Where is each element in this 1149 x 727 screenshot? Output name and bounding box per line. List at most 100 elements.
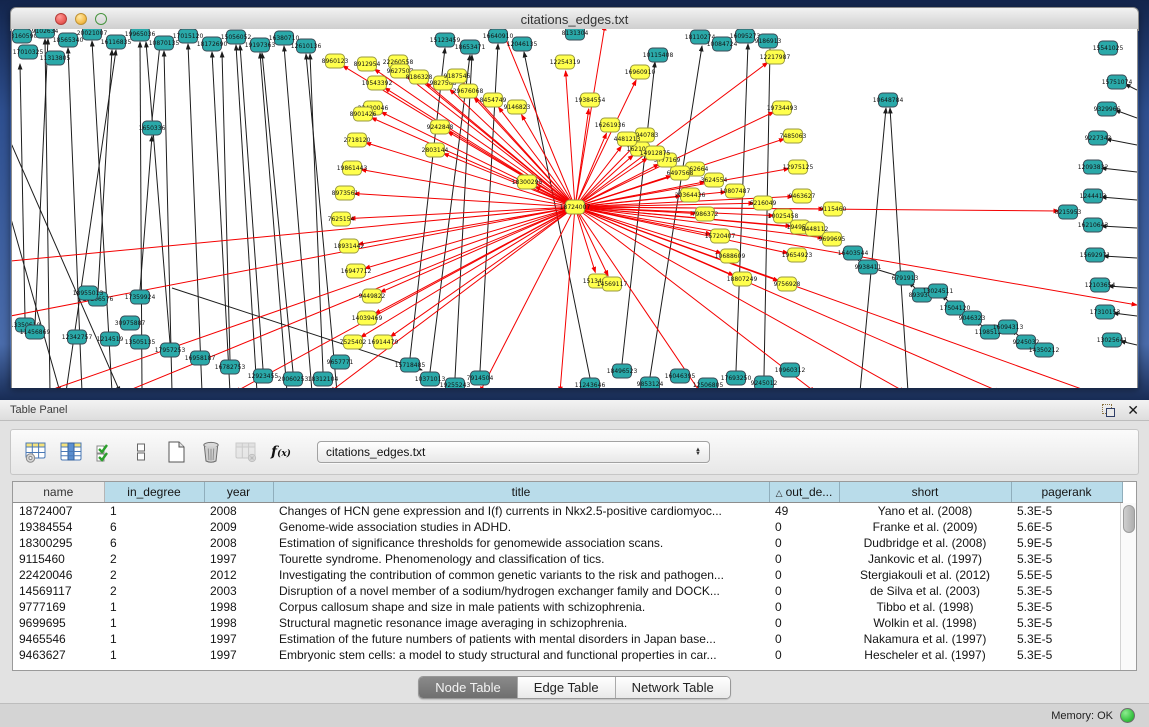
graph-node-selected[interactable]: 6216049 — [750, 196, 777, 210]
graph-node-selected[interactable]: 8973561 — [332, 186, 359, 200]
graph-node[interactable]: 11243646 — [575, 378, 606, 388]
graph-node-selected[interactable]: 8960123 — [322, 54, 349, 68]
edge[interactable] — [236, 45, 257, 388]
column-header-pagerank[interactable]: pagerank — [1011, 482, 1122, 503]
edge[interactable] — [212, 52, 230, 388]
edge[interactable] — [1101, 197, 1137, 200]
table-row[interactable]: 911546021997Tourette syndrome. Phenomeno… — [13, 551, 1122, 567]
citation-network-graph[interactable]: 1872400789601238912954222605589627507105… — [12, 29, 1137, 388]
graph-node[interactable]: 9329966 — [1094, 102, 1121, 116]
selected-edge[interactable] — [371, 118, 575, 207]
tab-edge-table[interactable]: Edge Table — [518, 677, 616, 698]
edge[interactable] — [284, 46, 312, 388]
edge[interactable] — [140, 136, 152, 290]
graph-node[interactable]: 10648784 — [873, 93, 904, 107]
graph-nodes[interactable]: 1872400789601238912954222605589627507105… — [12, 29, 1132, 388]
graph-node-selected[interactable]: 10807487 — [720, 184, 751, 198]
column-header-title[interactable]: title — [273, 482, 769, 503]
graph-node-selected[interactable]: 9449822 — [359, 289, 386, 303]
graph-node-selected[interactable]: 9187546 — [444, 69, 471, 83]
table-source-select[interactable]: citations_edges.txt ▲▼ — [317, 441, 710, 463]
graph-node[interactable]: 9657771 — [327, 355, 354, 369]
tab-network-table[interactable]: Network Table — [616, 677, 730, 698]
graph-node[interactable]: 9245012 — [751, 376, 778, 388]
graph-node[interactable]: 1244413 — [1080, 189, 1107, 203]
memory-status-indicator[interactable] — [1120, 708, 1135, 723]
graph-node-selected[interactable]: 18931442 — [334, 239, 365, 253]
graph-node-selected[interactable]: 2803144 — [422, 143, 449, 157]
close-panel-icon[interactable]: ✕ — [1127, 403, 1139, 417]
graph-node[interactable]: 17310153 — [1090, 305, 1121, 319]
table-settings-icon[interactable] — [23, 439, 49, 465]
graph-node[interactable]: 16782753 — [215, 360, 246, 374]
table-row[interactable]: 1872400712008Changes of HCN gene express… — [13, 503, 1122, 520]
graph-node-selected[interactable]: 8186328 — [406, 70, 433, 84]
column-header-year[interactable]: year — [204, 482, 273, 503]
graph-node-selected[interactable]: 12254319 — [550, 55, 581, 69]
selected-edge[interactable] — [575, 155, 633, 207]
graph-node-selected[interactable]: 19861443 — [337, 161, 368, 175]
graph-node[interactable]: 10115408 — [643, 48, 674, 62]
graph-node[interactable]: 15751074 — [1102, 75, 1133, 89]
graph-node-selected[interactable]: 9699695 — [819, 232, 846, 246]
graph-node-selected[interactable]: 19384554 — [575, 93, 606, 107]
table-scrollbar[interactable] — [1120, 503, 1136, 670]
edge[interactable] — [260, 53, 287, 388]
graph-node-selected[interactable]: 6497568 — [667, 166, 694, 180]
graph-node[interactable]: 7914504 — [467, 371, 494, 385]
table-row[interactable]: 1456911722003Disruption of a novel membe… — [13, 583, 1122, 599]
graph-node[interactable]: 12103654 — [1085, 278, 1116, 292]
graph-node-selected[interactable]: 14039469 — [352, 311, 383, 325]
selected-edge[interactable] — [361, 207, 575, 337]
selected-edge[interactable] — [385, 88, 575, 207]
graph-node[interactable]: 1214519 — [97, 332, 124, 346]
graph-node-selected[interactable]: 9242848 — [427, 120, 454, 134]
graph-node[interactable]: 9853124 — [637, 377, 664, 388]
selected-edge[interactable] — [560, 207, 575, 388]
edge[interactable] — [12, 180, 60, 388]
graph-node[interactable]: 18496523 — [607, 364, 638, 378]
row-height-icon[interactable] — [128, 439, 154, 465]
edge[interactable] — [736, 44, 748, 371]
graph-node-selected[interactable]: 2718120 — [344, 133, 371, 147]
graph-node[interactable]: 11313805 — [40, 51, 71, 65]
edge[interactable] — [20, 64, 25, 318]
graph-node[interactable]: 8131304 — [562, 29, 589, 40]
table-row[interactable]: 1830029562008Estimation of significance … — [13, 535, 1122, 551]
graph-node-selected[interactable]: 16960910 — [625, 65, 656, 79]
graph-node[interactable]: 15692971 — [1080, 248, 1111, 262]
function-builder-icon[interactable]: f(x) — [268, 439, 294, 465]
graph-node-selected[interactable]: 8901426 — [350, 107, 377, 121]
graph-node[interactable]: 13505135 — [125, 335, 156, 349]
minimize-window-button[interactable] — [75, 13, 87, 25]
graph-node[interactable]: 16046395 — [665, 369, 696, 383]
tab-node-table[interactable]: Node Table — [419, 677, 518, 698]
graph-node[interactable]: 9186913 — [755, 34, 782, 48]
graph-node[interactable]: 18312104 — [308, 372, 339, 386]
selected-edge[interactable] — [575, 207, 905, 388]
graph-node-selected[interactable]: 8912954 — [354, 57, 381, 71]
graph-node[interactable]: 12506805 — [693, 378, 724, 388]
graph-node-selected[interactable]: 3624554 — [701, 173, 728, 187]
table-scrollbar-thumb[interactable] — [1123, 505, 1135, 533]
selected-edge[interactable] — [474, 98, 575, 207]
graph-node[interactable]: 15541025 — [1093, 41, 1124, 55]
graph-node[interactable]: 17693250 — [721, 371, 752, 385]
toggle-column-visibility-icon[interactable] — [93, 439, 119, 465]
edge[interactable] — [35, 39, 48, 325]
graph-node[interactable]: 16210643 — [1078, 218, 1109, 232]
graph-node[interactable]: 16403544 — [838, 246, 869, 260]
table-row[interactable]: 2242004622012Investigating the contribut… — [13, 567, 1122, 583]
edge[interactable] — [98, 50, 112, 292]
graph-node[interactable]: 9227343 — [1085, 131, 1112, 145]
graph-node-selected[interactable]: 9115460 — [820, 202, 847, 216]
graph-node-selected[interactable]: 8454749 — [480, 93, 507, 107]
graph-node-selected[interactable]: 9146823 — [504, 100, 531, 114]
graph-node[interactable]: 9046323 — [959, 311, 986, 325]
table-row[interactable]: 946554611997Estimation of the future num… — [13, 631, 1122, 647]
selected-edge[interactable] — [575, 164, 659, 207]
edge[interactable] — [860, 108, 886, 388]
selected-edge[interactable] — [480, 207, 575, 388]
selected-edge[interactable] — [575, 207, 815, 388]
column-header-short[interactable]: short — [839, 482, 1011, 503]
